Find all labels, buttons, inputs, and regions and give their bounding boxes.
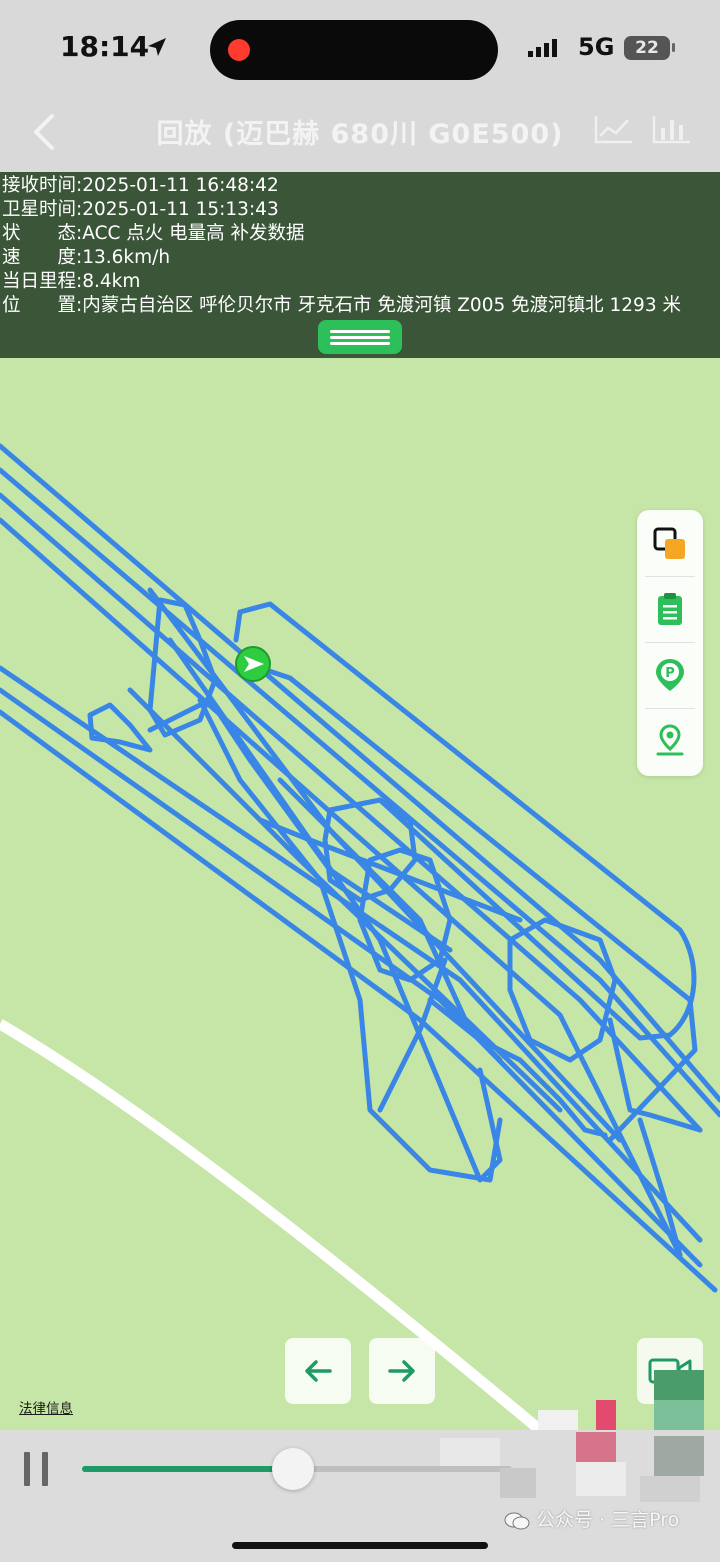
recording-dot-icon (228, 39, 250, 61)
battery-icon: 22 (624, 36, 670, 60)
arrow-left-icon (305, 1360, 332, 1382)
location-pin-icon (656, 724, 684, 756)
mosaic-block (654, 1370, 704, 1400)
clipboard-button[interactable] (637, 576, 703, 642)
info-status: 状 态:ACC 点火 电量高 补发数据 (2, 223, 305, 244)
legal-info-link[interactable]: 法律信息 (19, 1397, 73, 1417)
map-view[interactable]: P (0, 358, 720, 1430)
layers-icon (653, 527, 685, 559)
layers-button[interactable] (637, 510, 703, 576)
map-canvas (0, 358, 720, 1430)
home-indicator (232, 1542, 488, 1549)
line-chart-icon[interactable] (594, 114, 634, 144)
battery-level: 22 (635, 38, 659, 58)
parking-button[interactable]: P (637, 642, 703, 708)
arrow-right-icon (388, 1360, 415, 1382)
next-button[interactable] (369, 1338, 435, 1404)
info-location: 位 置:内蒙古自治区 呼伦贝尔市 牙克石市 免渡河镇 Z005 免渡河镇北 12… (2, 295, 681, 316)
mosaic-block (640, 1476, 700, 1502)
svg-text:P: P (665, 666, 675, 681)
mosaic-block (576, 1432, 616, 1462)
location-arrow-icon (148, 38, 166, 56)
pause-icon (42, 1452, 48, 1486)
location-button[interactable] (637, 708, 703, 774)
status-bar: 18:14 5G 22 (0, 0, 720, 100)
battery-cap (672, 43, 675, 52)
nav-bar: 回放 (迈巴赫 680川 G0E500) (0, 100, 720, 172)
playback-bar (0, 1430, 720, 1562)
parking-pin-icon: P (656, 659, 684, 691)
info-mileage: 当日里程:8.4km (2, 271, 141, 292)
signal-bars-icon (528, 38, 560, 57)
mosaic-block (440, 1438, 500, 1466)
dynamic-island (210, 20, 498, 80)
mosaic-block (500, 1468, 536, 1498)
network-type: 5G (578, 33, 615, 61)
info-satellite-time: 卫星时间:2025-01-11 15:13:43 (2, 199, 279, 220)
map-toolbox: P (637, 510, 703, 776)
info-speed: 速 度:13.6km/h (2, 247, 171, 268)
bar-chart-icon[interactable] (652, 114, 692, 144)
clipboard-icon (658, 593, 682, 625)
pause-icon (24, 1452, 30, 1486)
playback-slider-thumb[interactable] (271, 1448, 314, 1490)
status-time: 18:14 (60, 30, 150, 63)
mosaic-block (654, 1436, 704, 1476)
previous-button[interactable] (285, 1338, 351, 1404)
watermark-text: 公众号 · 三言Pro (536, 1509, 680, 1531)
vehicle-info-panel: 接收时间:2025-01-11 16:48:42 卫星时间:2025-01-11… (0, 172, 720, 358)
info-receive-time: 接收时间:2025-01-11 16:48:42 (2, 175, 279, 196)
panel-collapse-button[interactable] (318, 320, 402, 354)
watermark: 公众号 · 三言Pro (504, 1505, 679, 1532)
vehicle-marker-icon (235, 646, 271, 682)
playback-progress (82, 1466, 293, 1472)
mosaic-block (576, 1462, 626, 1496)
wechat-icon (504, 1512, 530, 1529)
pause-button[interactable] (24, 1452, 54, 1486)
